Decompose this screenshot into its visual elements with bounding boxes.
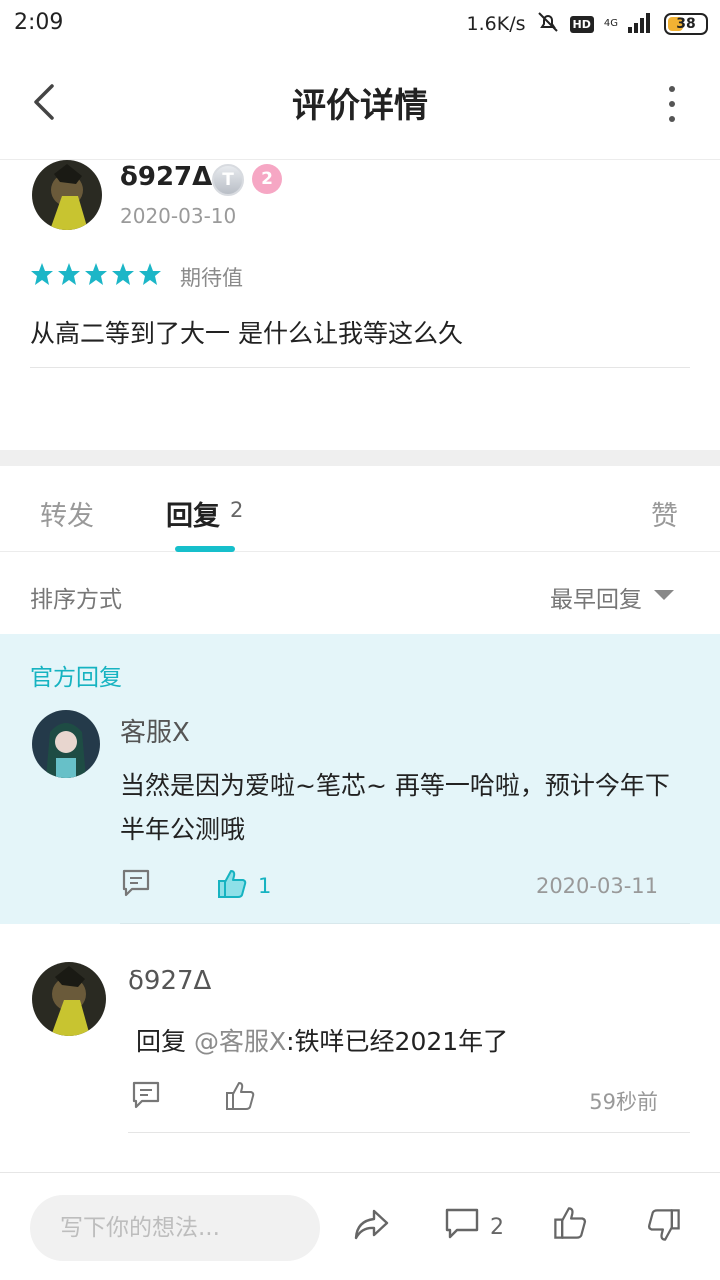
net-speed: 1.6K/s xyxy=(466,13,526,35)
comment-button[interactable] xyxy=(444,1207,480,1245)
comment-input[interactable] xyxy=(30,1195,320,1261)
dislike-icon xyxy=(647,1209,680,1241)
tab-bar: 转发 回复 2 赞 xyxy=(0,466,720,552)
reply-time: 59秒前 xyxy=(589,1090,658,1114)
bottom-bar: 2 xyxy=(0,1172,720,1280)
avatar[interactable] xyxy=(32,962,106,1036)
reply-text: 当然是因为爱啦~笔芯~ 再等一哈啦，预计今年下半年公测哦 xyxy=(120,771,670,844)
app-bar: 评价详情 xyxy=(0,48,720,160)
like-icon xyxy=(218,870,247,898)
tab-forward[interactable]: 转发 xyxy=(40,494,94,533)
tab-like[interactable]: 赞 xyxy=(651,494,678,533)
reply-actions: 59秒前 xyxy=(120,1080,680,1120)
comment-button[interactable] xyxy=(120,868,152,902)
like-button[interactable] xyxy=(552,1205,588,1245)
star-icon xyxy=(31,263,53,285)
signal-icon xyxy=(628,11,654,38)
battery-icon: 38 xyxy=(664,13,708,35)
like-count: 1 xyxy=(258,874,272,898)
comment-count: 2 xyxy=(490,1215,504,1240)
rating-label: 期待值 xyxy=(180,266,243,290)
sort-dropdown[interactable]: 最早回复 xyxy=(550,580,642,614)
avatar[interactable] xyxy=(32,710,100,778)
share-icon xyxy=(354,1209,389,1240)
dislike-button[interactable] xyxy=(646,1207,682,1247)
like-button[interactable] xyxy=(216,868,248,904)
battery-level: 38 xyxy=(676,16,696,32)
status-icons: 1.6K/s HD 4G 38 xyxy=(467,10,708,38)
star-icon xyxy=(58,263,80,285)
more-button[interactable] xyxy=(662,86,682,122)
hd-badge: HD xyxy=(569,15,594,33)
star-icon xyxy=(139,263,161,285)
reply-text: 回复 @客服X:铁咩已经2021年了 xyxy=(136,1022,508,1058)
reply-author[interactable]: 客服X xyxy=(120,712,190,749)
like-button[interactable] xyxy=(224,1080,256,1116)
comment-icon xyxy=(122,869,150,897)
user-name[interactable]: δ927Δ xyxy=(120,162,212,192)
network-label: 4G xyxy=(603,18,618,29)
more-icon xyxy=(669,86,675,92)
star-icon xyxy=(85,263,107,285)
status-bar: 2:09 1.6K/s HD 4G 38 xyxy=(0,0,720,48)
comment-button[interactable] xyxy=(130,1080,162,1114)
review-text: 从高二等到了大一 是什么让我等这么久 xyxy=(30,319,463,348)
official-reply-title: 官方回复 xyxy=(30,665,122,691)
tab-reply-count: 2 xyxy=(230,498,244,522)
comment-icon xyxy=(132,1081,160,1109)
page-title: 评价详情 xyxy=(292,86,428,126)
comment-compose[interactable] xyxy=(30,1195,320,1261)
reply-body: :铁咩已经2021年了 xyxy=(286,1027,509,1056)
rating-stars xyxy=(30,262,162,286)
sort-label: 排序方式 xyxy=(30,587,122,613)
like-icon xyxy=(226,1082,255,1110)
reply-date: 2020-03-11 xyxy=(535,874,658,898)
mute-icon xyxy=(536,10,560,39)
comment-icon xyxy=(445,1208,479,1239)
rank-badge: 2 xyxy=(252,164,282,194)
reply-actions: 1 2020-03-11 xyxy=(120,868,680,908)
review-card: δ927Δ T 2 2020-03-10 期待值 从高二等到了大一 是什么让我等… xyxy=(0,160,720,450)
official-reply: 官方回复 客服X 当然是因为爱啦~笔芯~ 再等一哈啦，预计今年下半年公测哦 1 … xyxy=(0,634,720,924)
sort-row: 排序方式 最早回复 xyxy=(0,552,720,634)
like-icon xyxy=(554,1207,587,1239)
divider xyxy=(128,1132,690,1133)
mention-link[interactable]: @客服X xyxy=(194,1027,286,1056)
divider xyxy=(30,367,690,368)
chevron-down-icon[interactable] xyxy=(654,590,674,600)
avatar[interactable] xyxy=(32,160,102,230)
level-badge-icon: T xyxy=(212,164,244,196)
share-button[interactable] xyxy=(352,1207,390,1245)
status-time: 2:09 xyxy=(14,10,64,35)
section-gap xyxy=(0,450,720,466)
reply-author[interactable]: δ927Δ xyxy=(128,966,211,996)
tab-reply[interactable]: 回复 xyxy=(166,494,220,533)
user-reply: δ927Δ 回复 @客服X:铁咩已经2021年了 59秒前 xyxy=(0,924,720,1174)
reply-prefix: 回复 xyxy=(136,1027,187,1056)
review-date: 2020-03-10 xyxy=(120,204,237,228)
star-icon xyxy=(112,263,134,285)
